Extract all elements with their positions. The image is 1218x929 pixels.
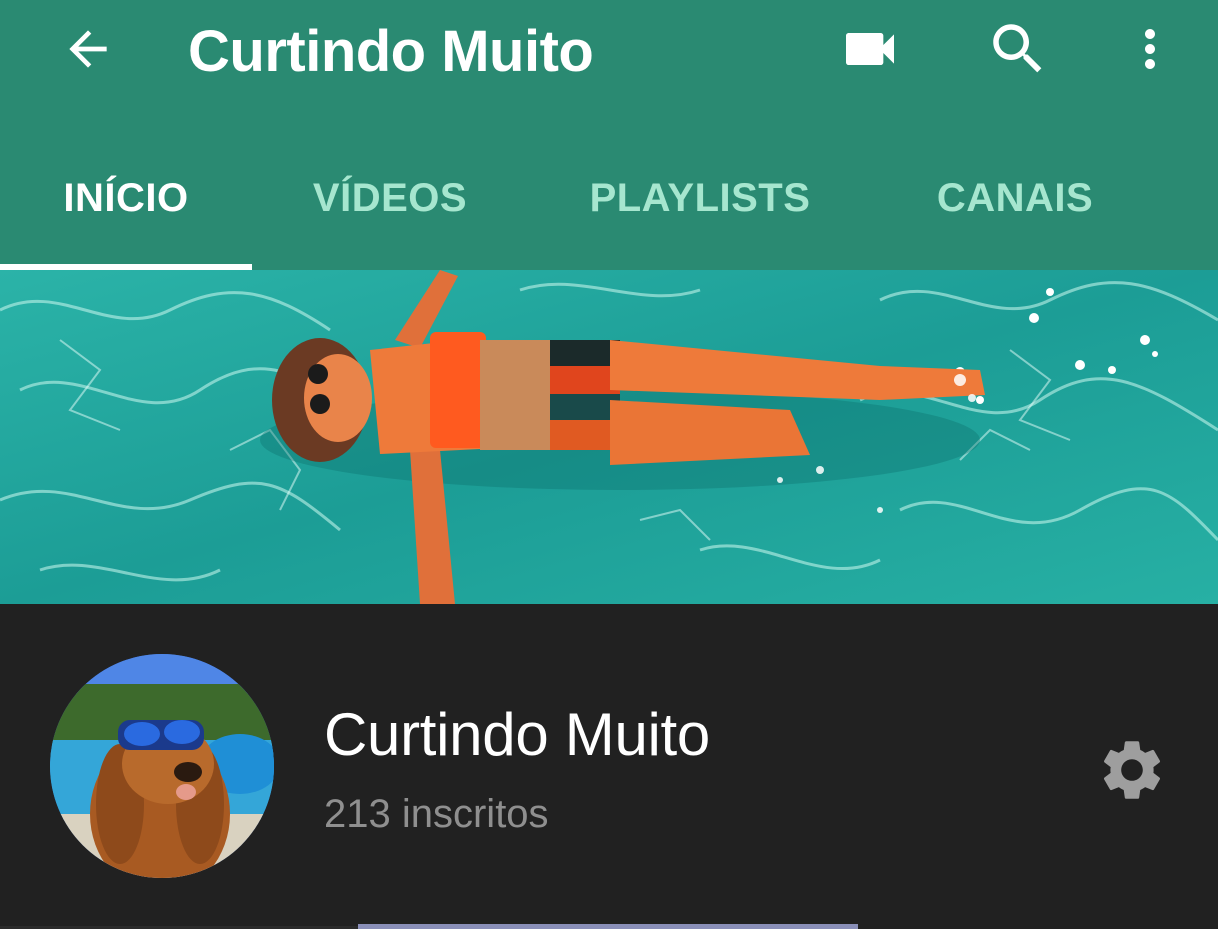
back-button[interactable] [48, 9, 128, 89]
app-bar: Curtindo Muito INÍCIO VÍDEOS PLAYLISTS C… [0, 0, 1218, 270]
next-section-thumbnail-edge [358, 924, 858, 929]
channel-avatar[interactable] [50, 654, 274, 878]
tab-inicio[interactable]: INÍCIO [0, 150, 252, 270]
avatar-image [50, 654, 274, 878]
channel-banner [0, 270, 1218, 604]
channel-settings-button[interactable] [1090, 728, 1174, 812]
search-button[interactable] [978, 9, 1058, 89]
subscriber-count: 213 inscritos [324, 792, 549, 836]
banner-image [0, 270, 1218, 604]
tab-canais[interactable]: CANAIS [890, 150, 1140, 270]
upload-video-button[interactable] [830, 9, 910, 89]
channel-screen: Curtindo Muito INÍCIO VÍDEOS PLAYLISTS C… [0, 0, 1218, 929]
tab-playlists[interactable]: PLAYLISTS [540, 150, 860, 270]
arrow-back-icon [69, 30, 107, 68]
app-bar-title: Curtindo Muito [188, 19, 594, 84]
tab-videos[interactable]: VÍDEOS [252, 150, 528, 270]
channel-tabs: INÍCIO VÍDEOS PLAYLISTS CANAIS [0, 150, 1218, 270]
channel-header: Curtindo Muito 213 inscritos [0, 604, 1218, 929]
channel-name: Curtindo Muito [324, 701, 710, 768]
more-options-button[interactable] [1110, 9, 1190, 89]
videocam-icon [846, 33, 894, 65]
search-icon [993, 24, 1042, 73]
more-vert-icon [1145, 29, 1155, 69]
toolbar: Curtindo Muito [0, 0, 1218, 104]
gear-icon [1103, 741, 1161, 799]
